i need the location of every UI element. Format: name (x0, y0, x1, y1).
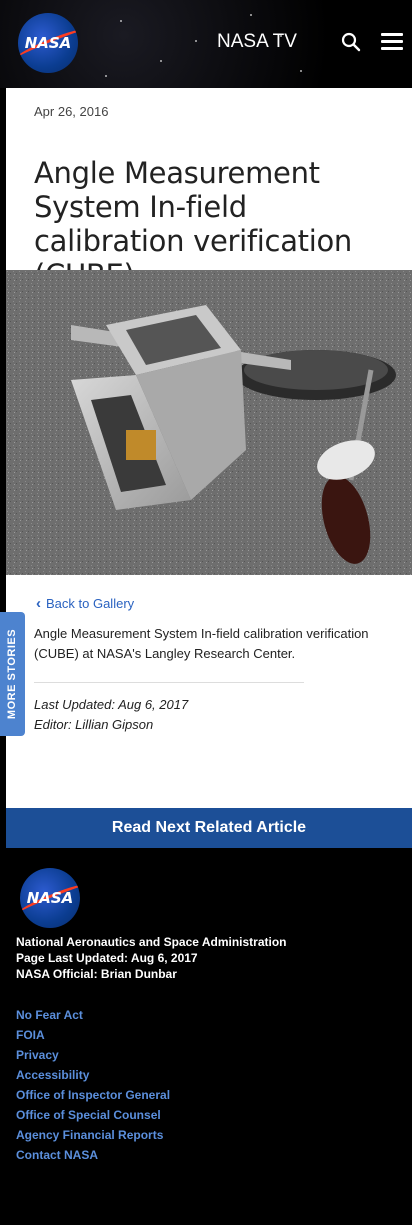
back-to-gallery-label: Back to Gallery (46, 596, 135, 611)
menu-icon[interactable] (381, 33, 403, 51)
search-icon[interactable] (341, 32, 361, 52)
footer-info: National Aeronautics and Space Administr… (16, 934, 287, 982)
footer-link-financial-reports[interactable]: Agency Financial Reports (16, 1125, 170, 1145)
nasa-official: NASA Official: Brian Dunbar (16, 967, 177, 981)
nasa-tv-link[interactable]: NASA TV (217, 31, 297, 53)
footer-link-inspector-general[interactable]: Office of Inspector General (16, 1085, 170, 1105)
footer-link-contact-nasa[interactable]: Contact NASA (16, 1145, 170, 1165)
footer-logo-text: NASA (26, 889, 74, 907)
read-next-related-button[interactable]: Read Next Related Article (6, 808, 412, 848)
site-header: NASA NASA TV (0, 0, 412, 88)
footer-nasa-logo[interactable]: NASA (20, 868, 80, 928)
article-date: Apr 26, 2016 (34, 104, 109, 119)
logo-text: NASA (24, 34, 72, 52)
back-to-gallery-link[interactable]: ‹ Back to Gallery (36, 595, 134, 612)
footer-link-no-fear-act[interactable]: No Fear Act (16, 1005, 170, 1025)
footer-link-foia[interactable]: FOIA (16, 1025, 170, 1045)
site-footer: NASA National Aeronautics and Space Admi… (6, 848, 412, 1225)
page-updated: Page Last Updated: Aug 6, 2017 (16, 951, 198, 965)
divider (34, 682, 304, 683)
article-image (6, 270, 412, 575)
org-name: National Aeronautics and Space Administr… (16, 935, 287, 949)
editor: Editor: Lillian Gipson (34, 717, 154, 732)
more-stories-label: MORE STORIES (6, 628, 19, 720)
footer-links: No Fear Act FOIA Privacy Accessibility O… (16, 1005, 170, 1165)
chevron-left-icon: ‹ (36, 595, 41, 612)
footer-link-special-counsel[interactable]: Office of Special Counsel (16, 1105, 170, 1125)
article-meta: Last Updated: Aug 6, 2017 Editor: Lillia… (34, 695, 188, 735)
article-content: Apr 26, 2016 Angle Measurement System In… (6, 88, 412, 808)
footer-link-privacy[interactable]: Privacy (16, 1045, 170, 1065)
more-stories-tab[interactable]: MORE STORIES (0, 612, 25, 736)
nasa-logo[interactable]: NASA (18, 13, 78, 73)
last-updated: Last Updated: Aug 6, 2017 (34, 697, 189, 712)
image-caption: Angle Measurement System In-field calibr… (34, 626, 369, 661)
footer-link-accessibility[interactable]: Accessibility (16, 1065, 170, 1085)
